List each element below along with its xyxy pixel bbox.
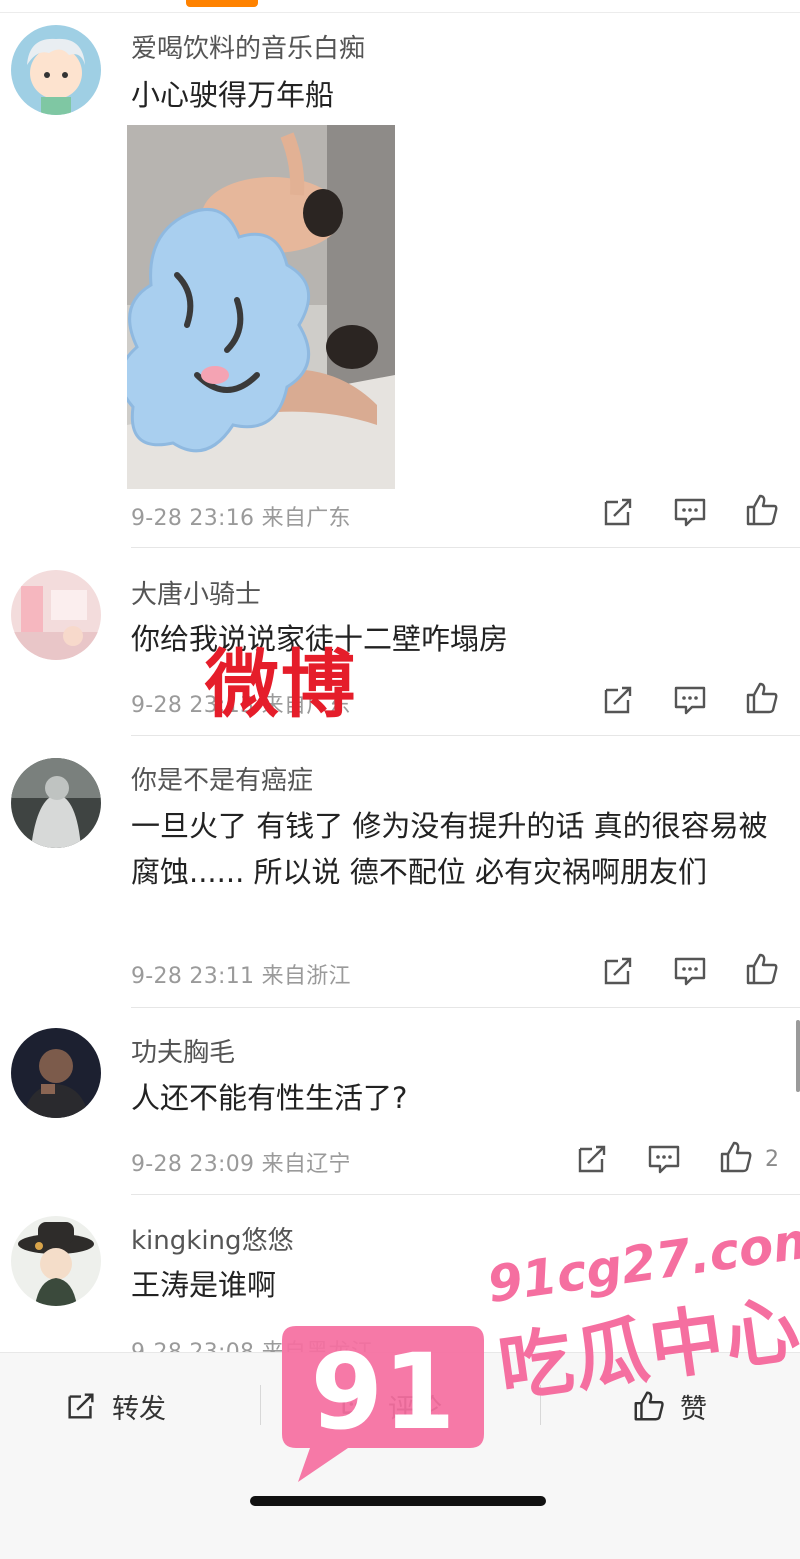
repost-button[interactable]: 转发 (64, 1388, 166, 1425)
thumbs-up-icon[interactable] (744, 680, 780, 716)
91-logo-watermark: 91 (278, 1316, 488, 1486)
top-divider (0, 12, 800, 13)
thumbs-up-icon[interactable] (718, 1139, 754, 1175)
comment-divider (131, 1194, 800, 1195)
like-count: 2 (765, 1147, 779, 1172)
comment-username[interactable]: 大唐小骑士 (131, 574, 261, 611)
comment-username[interactable]: kingking悠悠 (131, 1220, 294, 1257)
avatar[interactable] (11, 25, 101, 115)
share-icon (64, 1389, 98, 1423)
comment-divider (131, 547, 800, 548)
comment-username[interactable]: 你是不是有癌症 (131, 760, 313, 797)
comment-icon[interactable] (672, 682, 708, 718)
weibo-watermark: 微博 (205, 642, 357, 728)
avatar[interactable] (11, 1028, 101, 1118)
avatar[interactable] (11, 758, 101, 848)
comment-divider (131, 735, 800, 736)
bar-separator (260, 1385, 261, 1425)
comment-icon[interactable] (672, 494, 708, 530)
comment-text: 一旦火了 有钱了 修为没有提升的话 真的很容易被腐蚀...... 所以说 德不配… (131, 809, 768, 889)
share-icon[interactable] (574, 1141, 610, 1177)
repost-label: 转发 (112, 1393, 166, 1425)
comment-meta: 9-28 23:16 来自广东 (131, 506, 351, 531)
comment-meta: 9-28 23:11 来自浙江 (131, 964, 351, 989)
scrollbar-thumb[interactable] (796, 1020, 800, 1092)
share-icon[interactable] (600, 682, 636, 718)
comment-icon[interactable] (646, 1141, 682, 1177)
comment-image[interactable] (127, 125, 395, 489)
active-tab-indicator (186, 0, 258, 7)
comment-text: 小心驶得万年船 (131, 78, 335, 112)
comment-divider (131, 1007, 800, 1008)
avatar[interactable] (11, 1216, 101, 1306)
thumbs-up-icon[interactable] (744, 951, 780, 987)
like-label: 赞 (680, 1393, 707, 1425)
comment-username[interactable]: 爱喝饮料的音乐白痴 (131, 28, 365, 65)
avatar[interactable] (11, 570, 101, 660)
comment-meta: 9-28 23:09 来自辽宁 (131, 1152, 351, 1177)
comment-text: 人还不能有性生活了? (131, 1081, 408, 1115)
home-indicator[interactable] (250, 1496, 546, 1506)
share-icon[interactable] (600, 953, 636, 989)
comment-username[interactable]: 功夫胸毛 (131, 1032, 235, 1069)
comment-icon[interactable] (672, 953, 708, 989)
thumbs-up-icon[interactable] (744, 492, 780, 528)
logo-number: 91 (311, 1331, 456, 1453)
share-icon[interactable] (600, 494, 636, 530)
